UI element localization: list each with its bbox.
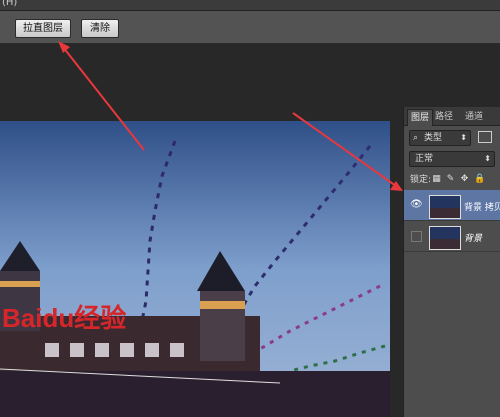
chevron-updown-icon: ⬍ — [484, 154, 491, 163]
menu-bar: (H) — [0, 0, 500, 11]
layer-row-background[interactable]: 背景 — [404, 221, 500, 252]
tab-layers[interactable]: 图层 — [407, 109, 434, 126]
document-canvas[interactable]: Baidu经验 — [0, 121, 390, 417]
menu-item-help[interactable]: (H) — [2, 0, 17, 8]
layer-name[interactable]: 背景 拷贝 — [464, 200, 500, 213]
blend-mode-select[interactable]: 正常 ⬍ — [409, 151, 495, 167]
layer-row-background-copy[interactable]: 👁 背景 拷贝 — [404, 190, 500, 221]
straighten-layer-button[interactable]: 拉直图层 — [15, 19, 71, 38]
lock-label: 锁定: — [410, 175, 432, 185]
panel-tabs: 图层 路径 通道 — [404, 107, 500, 126]
search-icon: ⌕ — [413, 133, 419, 143]
clear-button[interactable]: 清除 — [81, 19, 119, 38]
filter-kind-select[interactable]: ⌕ 类型 ⬍ — [409, 130, 471, 146]
options-bar: 拉直图层 清除 — [0, 11, 500, 44]
tab-paths[interactable]: 路径 — [432, 109, 456, 125]
lock-brush-icon[interactable]: ✎ — [446, 175, 455, 184]
lock-move-icon[interactable]: ✥ — [460, 175, 469, 184]
image-filter-icon[interactable] — [478, 131, 492, 143]
canvas-photo: Baidu经验 — [0, 121, 390, 417]
visibility-toggle-empty[interactable] — [411, 231, 422, 242]
eye-icon[interactable]: 👁 — [410, 200, 423, 210]
chevron-updown-icon: ⬍ — [460, 133, 467, 142]
layer-thumbnail — [429, 195, 461, 219]
watermark-text: Baidu经验 — [2, 303, 126, 333]
lock-transparent-icon[interactable]: ▦ — [432, 175, 441, 184]
layers-panel: 图层 路径 通道 ⌕ 类型 ⬍ 正常 ⬍ 锁定: ▦ ✎ ✥ 🔒 👁 背景 拷贝… — [403, 107, 500, 417]
layer-name[interactable]: 背景 — [464, 231, 482, 244]
lock-all-icon[interactable]: 🔒 — [474, 175, 485, 184]
layer-thumbnail — [429, 226, 461, 250]
tab-channels[interactable]: 通道 — [462, 109, 486, 125]
filter-kind-label: 类型 — [424, 133, 443, 143]
blend-mode-label: 正常 — [415, 154, 434, 164]
